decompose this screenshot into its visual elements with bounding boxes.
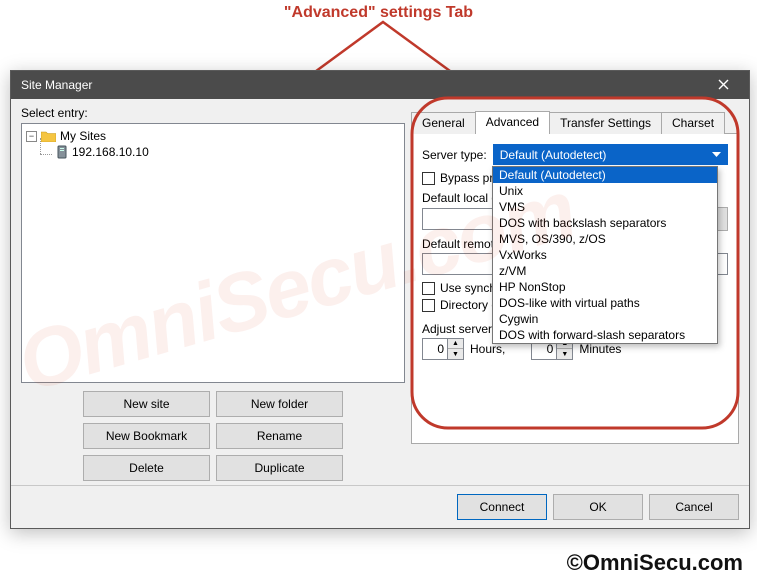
server-type-dropdown[interactable]: Default (Autodetect)UnixVMSDOS with back…	[492, 166, 718, 344]
server-type-option[interactable]: DOS with forward-slash separators	[493, 327, 717, 343]
server-type-option[interactable]: Default (Autodetect)	[493, 167, 717, 183]
folder-icon	[41, 130, 56, 142]
server-type-combo[interactable]: Default (Autodetect)	[493, 144, 728, 165]
hours-label: Hours,	[470, 342, 505, 356]
advanced-panel: Server type: Default (Autodetect) Defaul…	[411, 134, 739, 444]
new-bookmark-button[interactable]: New Bookmark	[83, 423, 210, 449]
tab-advanced[interactable]: Advanced	[475, 111, 550, 134]
sync-browsing-checkbox[interactable]	[422, 282, 435, 295]
server-type-option[interactable]: DOS-like with virtual paths	[493, 295, 717, 311]
server-type-option[interactable]: DOS with backslash separators	[493, 215, 717, 231]
chevron-down-icon	[709, 148, 723, 162]
delete-button[interactable]: Delete	[83, 455, 210, 481]
server-type-value: Default (Autodetect)	[500, 148, 607, 162]
server-type-option[interactable]: VMS	[493, 199, 717, 215]
close-icon	[718, 77, 729, 93]
collapse-icon[interactable]: −	[26, 131, 37, 142]
server-type-option[interactable]: VxWorks	[493, 247, 717, 263]
tree-child-row[interactable]: 192.168.10.10	[26, 144, 400, 160]
titlebar: Site Manager	[11, 71, 749, 99]
server-type-label: Server type:	[422, 148, 487, 162]
new-site-button[interactable]: New site	[83, 391, 210, 417]
tab-general[interactable]: General	[411, 112, 476, 134]
minutes-label: Minutes	[579, 342, 621, 356]
server-type-option[interactable]: Cygwin	[493, 311, 717, 327]
new-folder-button[interactable]: New folder	[216, 391, 343, 417]
connect-button[interactable]: Connect	[457, 494, 547, 520]
site-tree[interactable]: − My Sites 192.168.10.10	[21, 123, 405, 383]
hours-spin-buttons[interactable]: ▲▼	[448, 338, 464, 360]
hours-spinner[interactable]: ▲▼	[422, 338, 464, 360]
site-manager-dialog: Site Manager Select entry: − My Sites	[10, 70, 750, 529]
close-button[interactable]	[703, 71, 743, 99]
bypass-proxy-checkbox[interactable]	[422, 172, 435, 185]
duplicate-button[interactable]: Duplicate	[216, 455, 343, 481]
copyright: ©OmniSecu.com	[567, 550, 743, 576]
cancel-button[interactable]: Cancel	[649, 494, 739, 520]
server-type-option[interactable]: MVS, OS/390, z/OS	[493, 231, 717, 247]
dialog-footer: Connect OK Cancel	[11, 485, 749, 528]
server-icon	[56, 145, 68, 159]
rename-button[interactable]: Rename	[216, 423, 343, 449]
dir-compare-checkbox[interactable]	[422, 299, 435, 312]
tab-strip: General Advanced Transfer Settings Chars…	[411, 110, 739, 134]
tab-charset[interactable]: Charset	[661, 112, 725, 134]
ok-button[interactable]: OK	[553, 494, 643, 520]
tab-transfer-settings[interactable]: Transfer Settings	[549, 112, 662, 134]
tree-root-row[interactable]: − My Sites	[26, 128, 400, 144]
server-type-option[interactable]: z/VM	[493, 263, 717, 279]
select-entry-label: Select entry:	[21, 106, 405, 120]
server-type-option[interactable]: Unix	[493, 183, 717, 199]
annotation-caption: "Advanced" settings Tab	[0, 4, 757, 22]
hours-input[interactable]	[422, 338, 448, 360]
window-title: Site Manager	[21, 78, 703, 92]
tree-root-label: My Sites	[60, 129, 106, 143]
server-type-option[interactable]: HP NonStop	[493, 279, 717, 295]
tree-child-label: 192.168.10.10	[72, 145, 149, 159]
